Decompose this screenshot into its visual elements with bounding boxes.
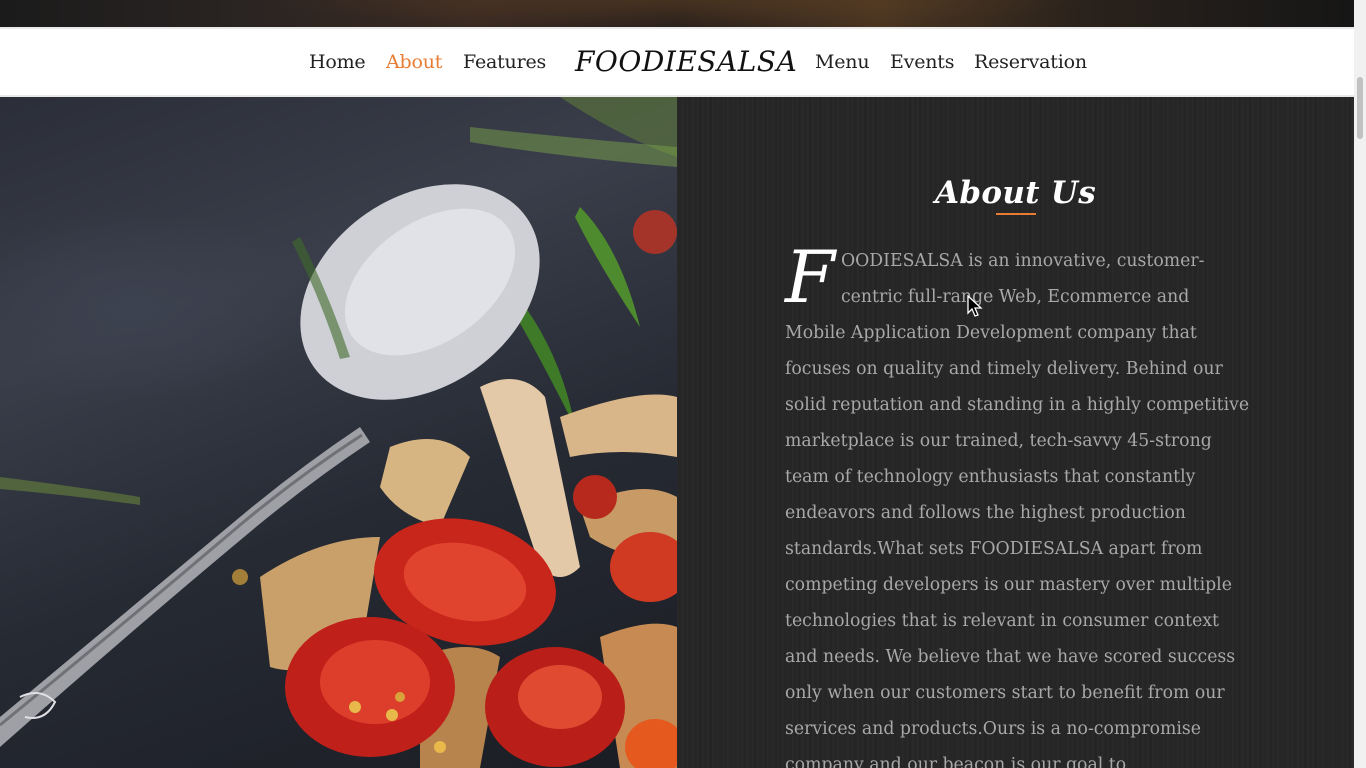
about-title: About Us: [935, 174, 1096, 211]
hero-image-strip: [0, 0, 1354, 27]
title-divider: [996, 213, 1036, 215]
drop-cap: F: [785, 235, 835, 319]
about-body-text: OODIESALSA is an innovative, customer-ce…: [785, 251, 1250, 768]
page: Home About Features FOODIESALSA Menu Eve…: [0, 0, 1366, 768]
nav-link-reservation[interactable]: Reservation: [974, 51, 1087, 73]
nav-link-events[interactable]: Events: [890, 51, 954, 73]
mouse-pointer-icon: [967, 294, 983, 323]
page-scrollbar[interactable]: [1354, 0, 1366, 768]
about-body: F OODIESALSA is an innovative, customer-c…: [785, 235, 1251, 768]
nav-link-about[interactable]: About: [386, 51, 442, 73]
scrollbar-thumb[interactable]: [1357, 77, 1363, 139]
main-navbar: Home About Features FOODIESALSA Menu Eve…: [0, 27, 1354, 97]
nav-link-features[interactable]: Features: [463, 51, 546, 73]
brand-logo[interactable]: FOODIESALSA: [575, 45, 797, 78]
nav-link-menu[interactable]: Menu: [815, 51, 870, 73]
nav-link-home[interactable]: Home: [309, 51, 366, 73]
about-section: About Us F OODIESALSA is an innovative, c…: [677, 97, 1354, 768]
pasta-salad-photo: [0, 97, 677, 768]
